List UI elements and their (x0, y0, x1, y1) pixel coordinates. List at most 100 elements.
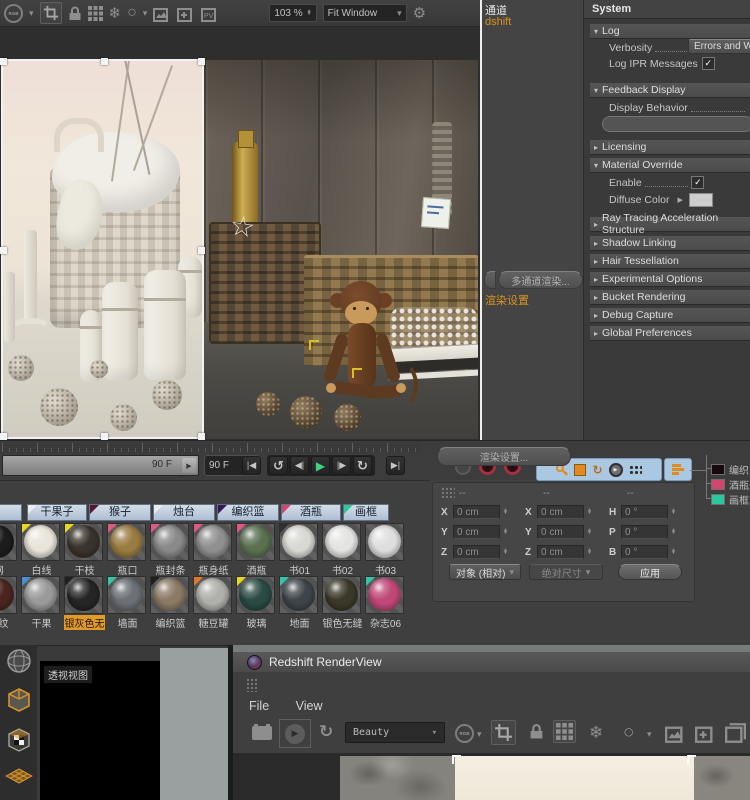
section-debug-capture[interactable]: ▸Debug Capture (590, 308, 750, 322)
selection-handle[interactable] (198, 433, 205, 440)
scrub-grip[interactable]: ▶ (182, 458, 196, 473)
section-raytracing[interactable]: ▸Ray Tracing Acceleration Structure (590, 217, 750, 231)
panel-divider[interactable] (480, 0, 482, 440)
render-settings-link[interactable]: 渲染设置 (485, 292, 529, 308)
crop-region-icon[interactable] (40, 2, 62, 24)
render-result-strip[interactable] (233, 753, 750, 800)
selection-handle[interactable] (0, 247, 7, 254)
enable-checkbox[interactable]: ✓ (691, 176, 704, 189)
snapshot-icon[interactable] (251, 723, 273, 743)
jump-end-button[interactable]: ▶| (386, 456, 405, 475)
material-item[interactable]: 瓶封条 (150, 523, 191, 577)
grid-snap-icon[interactable] (553, 720, 576, 743)
grid-snap-icon[interactable] (88, 6, 103, 21)
scale-y-field[interactable]: 0 cm (537, 525, 584, 539)
lock-icon[interactable] (68, 6, 82, 21)
chevron-down-icon[interactable]: ▾ (477, 729, 482, 740)
rot-b-field[interactable]: 0 ° (621, 545, 668, 559)
material-item[interactable]: 瓶身纸 (193, 523, 234, 577)
prev-frame-button[interactable]: ◀| (290, 456, 309, 475)
snowflake-freeze-icon[interactable]: ❄ (109, 6, 122, 21)
material-item[interactable]: 书03 (365, 523, 406, 577)
section-global-preferences[interactable]: ▸Global Preferences (590, 326, 750, 340)
material-item-selected[interactable]: 银灰色无 (64, 576, 105, 630)
selection-handle[interactable] (101, 433, 108, 440)
verbosity-dropdown[interactable]: Errors and W (688, 39, 750, 54)
timeline-ruler[interactable] (0, 442, 420, 453)
cube-view-icon[interactable] (5, 686, 33, 714)
layer-tab-basket[interactable]: 编织篮 (217, 504, 279, 521)
selection-handle[interactable] (0, 58, 7, 65)
pass-selector-dropdown[interactable]: Beauty▾ (345, 722, 445, 743)
section-log[interactable]: ▾Log (590, 24, 750, 38)
viewport-label[interactable]: 透视视图 (44, 666, 92, 683)
next-key-button[interactable]: ↻ (353, 456, 372, 475)
section-experimental-options[interactable]: ▸Experimental Options (590, 272, 750, 286)
render-viewport[interactable]: ☆ (0, 27, 481, 440)
image-compare-icon[interactable] (153, 5, 171, 22)
material-item[interactable]: 书01 (279, 523, 320, 577)
image-layers-icon[interactable] (725, 723, 746, 743)
zoom-level-field[interactable]: 103 %▲▼ (269, 4, 316, 22)
rot-p-field[interactable]: 0 ° (621, 525, 668, 539)
material-item[interactable]: 干果 (21, 576, 62, 630)
picture-viewer-icon[interactable]: PV (201, 5, 219, 22)
solo-layer-icon[interactable] (664, 458, 692, 481)
material-item[interactable]: 木纹 (0, 576, 19, 630)
perspective-viewport[interactable]: 透视视图 (40, 661, 160, 800)
start-ipr-button[interactable]: ▶ (279, 719, 311, 748)
clock-icon[interactable]: ▶ (609, 463, 623, 477)
size-mode-dropdown[interactable]: 绝对尺寸▾ (529, 564, 603, 580)
selection-handle[interactable] (198, 58, 205, 65)
section-material-override[interactable]: ▾Material Override (590, 158, 750, 172)
rgb-channel-icon[interactable]: RGB (4, 4, 23, 23)
multipass-render-button[interactable]: 多通道渲染... (498, 271, 583, 289)
selection-handle[interactable] (198, 247, 205, 254)
refresh-icon[interactable]: ↻ (319, 723, 333, 740)
circle-mask-icon[interactable]: ○ (623, 723, 634, 742)
layer-item[interactable]: 酒瓶 (711, 477, 749, 492)
section-bucket-rendering[interactable]: ▸Bucket Rendering (590, 290, 750, 304)
rgb-channel-icon[interactable]: RGB (455, 724, 474, 743)
scale-z-field[interactable]: 0 cm (537, 545, 584, 559)
pos-y-field[interactable]: 0 cm (453, 525, 500, 539)
layer-color-swatch[interactable] (711, 479, 725, 490)
image-add-icon[interactable] (177, 5, 195, 22)
grid-plane-icon[interactable] (5, 766, 33, 786)
layer-tab-candlestick[interactable]: 烛台 (153, 504, 215, 521)
display-behavior-dropdown[interactable] (602, 116, 750, 132)
material-item[interactable]: 杂志06 (365, 576, 406, 630)
chevron-down-icon[interactable]: ▾ (29, 8, 34, 19)
section-hair-tessellation[interactable]: ▸Hair Tessellation (590, 254, 750, 268)
material-item[interactable]: 地面 (279, 576, 320, 630)
toolbar-drag-handle[interactable] (246, 678, 259, 692)
material-item[interactable]: 酒瓶 (236, 523, 277, 577)
rot-h-field[interactable]: 0 ° (621, 505, 668, 519)
button-fragment[interactable] (484, 271, 496, 289)
chevron-down-icon[interactable]: ▾ (143, 8, 148, 19)
expand-arrow-icon[interactable]: ▶ (678, 196, 683, 204)
section-feedback-display[interactable]: ▾Feedback Display (590, 83, 750, 97)
material-item[interactable]: 糖豆罐 (193, 576, 234, 630)
material-item[interactable]: 干枝 (64, 523, 105, 577)
material-item[interactable]: 墙面 (107, 576, 148, 630)
globe-wireframe-icon[interactable] (6, 648, 32, 674)
record-square-icon[interactable] (574, 464, 586, 476)
ipr-checkbox[interactable]: ✓ (702, 57, 715, 70)
drag-handle-icon[interactable] (441, 487, 455, 499)
layer-color-swatch[interactable] (711, 494, 725, 505)
material-item[interactable]: 玻璃 (236, 576, 277, 630)
layer-color-swatch[interactable] (711, 464, 725, 475)
window-titlebar[interactable]: Redshift RenderView (233, 652, 750, 672)
image-add-icon[interactable] (695, 723, 716, 743)
diffuse-color-swatch[interactable] (689, 193, 713, 207)
material-item[interactable]: 钢 (0, 523, 19, 577)
play-button[interactable]: ▶ (311, 456, 330, 475)
material-item[interactable]: 瓶口 (107, 523, 148, 577)
image-compare-icon[interactable] (665, 723, 686, 743)
dots-menu-icon[interactable] (629, 465, 642, 474)
render-region-selection[interactable] (1, 59, 204, 439)
gear-settings-icon[interactable]: ⚙ (413, 6, 426, 21)
next-frame-button[interactable]: |▶ (332, 456, 351, 475)
timeline-scrubber[interactable]: 90 F ▶ (2, 455, 199, 476)
